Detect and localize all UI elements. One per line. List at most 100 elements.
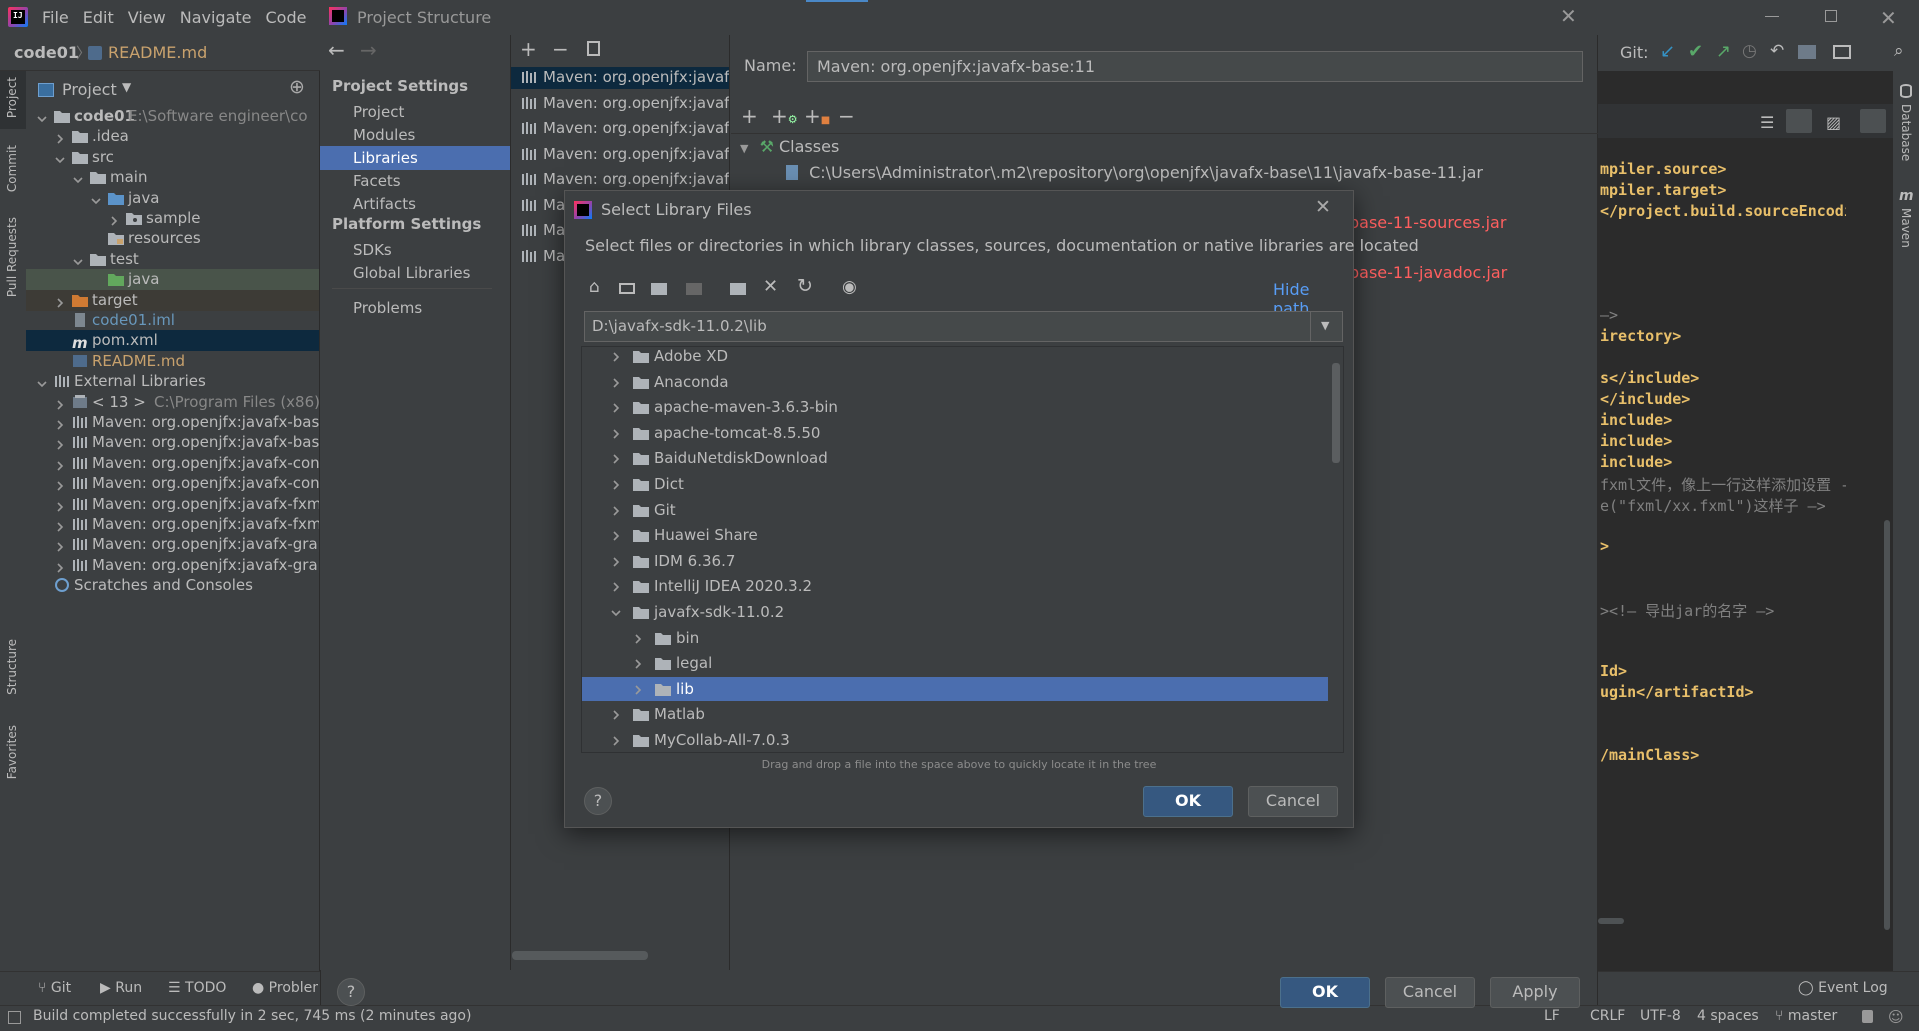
ps-nav-problems[interactable]: Problems [353, 299, 422, 317]
ps-library-item[interactable]: Maven: org.openjfx:javafx-controls:win:1… [511, 142, 729, 166]
ps-cancel-button[interactable]: Cancel [1385, 977, 1475, 1008]
ps-nav-sdks[interactable]: SDKs [320, 238, 510, 262]
project-tree-node[interactable]: main [26, 167, 319, 188]
chevron-right-icon[interactable] [108, 208, 120, 229]
sl-tree-node[interactable]: Anaconda [582, 370, 1328, 394]
lock-icon[interactable] [1862, 1010, 1873, 1023]
chevron-down-icon[interactable] [72, 249, 84, 270]
status-message[interactable]: Build completed successfully in 2 sec, 7… [33, 1008, 471, 1024]
sl-close-icon[interactable]: ✕ [1315, 196, 1331, 218]
chevron-right-icon[interactable] [610, 702, 622, 726]
project-tree-node[interactable]: < 13 > C:\Program Files (x86)\ [26, 392, 319, 413]
status-branch[interactable]: ⑂ master [1775, 1008, 1837, 1024]
menu-file[interactable]: File [42, 8, 69, 27]
locate-icon[interactable]: ⊕ [289, 76, 305, 98]
editor-hscrollbar[interactable] [1598, 918, 1624, 924]
home-icon[interactable]: ⌂ [589, 277, 600, 297]
ps-nav-project[interactable]: Project [320, 100, 510, 124]
bottom-tab-run[interactable]: ▶ Run [100, 980, 142, 996]
remove-root-icon[interactable]: − [838, 104, 855, 128]
chevron-right-icon[interactable] [632, 677, 644, 701]
bottom-tab-problems[interactable]: ● Problems [252, 980, 318, 996]
event-log-tab[interactable]: ◯ Event Log [1798, 980, 1888, 996]
sl-tree-node[interactable]: javafx-sdk-11.0.2 [582, 600, 1328, 624]
module-folder-icon[interactable] [686, 283, 702, 295]
delete-icon[interactable]: ✕ [763, 276, 778, 297]
chevron-right-icon[interactable] [54, 534, 66, 555]
sl-tree-node[interactable]: apache-tomcat-8.5.50 [582, 421, 1328, 445]
ps-copy-library-icon[interactable] [587, 41, 600, 56]
tool-tab-favorites[interactable]: Favorites [0, 719, 26, 791]
project-tree-node[interactable]: m pom.xml [26, 330, 319, 352]
ps-library-item[interactable]: Maven: org.openjfx:javafx-base:win:11 [511, 91, 729, 115]
desktop-icon[interactable] [619, 283, 635, 294]
project-tree-node[interactable]: Maven: org.openjfx:javafx-graphics:11 [26, 534, 319, 555]
ps-remove-library-icon[interactable]: − [552, 37, 569, 61]
ps-close-icon[interactable]: ✕ [1560, 4, 1577, 28]
project-tree-node[interactable]: test [26, 249, 319, 270]
ps-help-button[interactable]: ? [337, 978, 365, 1006]
sl-tree-node[interactable]: Matlab [582, 702, 1328, 726]
sl-tree-node[interactable]: legal [582, 651, 1328, 675]
project-tree-node[interactable]: Maven: org.openjfx:javafx-controls:win:1… [26, 473, 319, 494]
ps-nav-artifacts[interactable]: Artifacts [320, 192, 510, 216]
new-folder-icon[interactable] [730, 283, 746, 295]
menu-edit[interactable]: Edit [83, 8, 114, 27]
tool-tab-project[interactable]: Project [0, 71, 26, 129]
project-tree-node[interactable]: Maven: org.openjfx:javafx-base:win:11 [26, 432, 319, 453]
chevron-down-icon[interactable]: ▼ [1321, 319, 1329, 332]
ps-nav-global-libraries[interactable]: Global Libraries [320, 261, 510, 285]
chevron-down-icon[interactable] [72, 167, 84, 188]
sl-tree-node[interactable]: lib [582, 676, 1328, 701]
class-jar-row[interactable]: C:\Users\Administrator\.m2\repository\or… [786, 163, 1483, 182]
maven-tab[interactable]: m Maven [1893, 188, 1919, 268]
status-line-separator[interactable]: LF [1544, 1008, 1560, 1024]
chevron-right-icon[interactable] [632, 651, 644, 675]
chevron-down-icon[interactable]: ▼ [122, 80, 131, 94]
sl-tree-node[interactable]: Git [582, 498, 1328, 522]
chevron-right-icon[interactable] [610, 728, 622, 752]
ps-library-item[interactable]: Maven: org.openjfx:javafx-base:11 [511, 67, 729, 89]
search-everywhere-icon[interactable]: ⌕ [1894, 41, 1904, 61]
inspector-icon[interactable]: ☺ [1888, 1008, 1904, 1026]
sl-tree-node[interactable]: apache-maven-3.6.3-bin [582, 395, 1328, 419]
chevron-right-icon[interactable] [632, 626, 644, 650]
project-tree-node[interactable]: Maven: org.openjfx:javafx-fxml:11 [26, 494, 319, 515]
chevron-right-icon[interactable] [610, 370, 622, 394]
status-encoding[interactable]: UTF-8 [1640, 1008, 1681, 1024]
chevron-right-icon[interactable] [610, 446, 622, 470]
ps-nav-modules[interactable]: Modules [320, 123, 510, 147]
ps-back-icon[interactable]: ← [328, 38, 345, 62]
chevron-right-icon[interactable] [610, 574, 622, 598]
sl-tree-node[interactable]: Adobe XD [582, 347, 1328, 368]
tool-tab-pull-requests[interactable]: Pull Requests [0, 211, 26, 307]
chevron-right-icon[interactable] [54, 453, 66, 474]
chevron-down-icon[interactable] [90, 188, 102, 209]
project-tree-node[interactable]: Scratches and Consoles [26, 575, 319, 596]
add-root-icon[interactable]: + [741, 104, 758, 128]
status-crlf[interactable]: CRLF [1590, 1008, 1625, 1024]
classes-node[interactable]: ▼ ⚒ Classes [740, 137, 839, 156]
sl-tree-node[interactable]: Dict [582, 472, 1328, 496]
sl-help-button[interactable]: ? [584, 787, 612, 815]
project-tree-node[interactable]: External Libraries [26, 371, 319, 392]
project-panel-title[interactable]: Project [62, 80, 117, 99]
sl-tree-node[interactable]: MyCollab-All-7.0.3 [582, 728, 1328, 752]
sl-cancel-button[interactable]: Cancel [1248, 786, 1338, 817]
project-tree-node[interactable]: src [26, 147, 319, 168]
chevron-right-icon[interactable] [54, 126, 66, 147]
sl-tree-node[interactable]: BaiduNetdiskDownload [582, 446, 1328, 470]
chevron-down-icon[interactable] [36, 371, 48, 392]
chevron-right-icon[interactable] [54, 432, 66, 453]
chevron-right-icon[interactable] [610, 549, 622, 573]
refresh-icon[interactable]: ↻ [797, 275, 813, 297]
sl-path-combobox[interactable]: D:\javafx-sdk-11.0.2\lib ▼ [584, 311, 1343, 342]
ps-ok-button[interactable]: OK [1280, 977, 1370, 1008]
project-tree-node[interactable]: sample [26, 208, 319, 229]
project-tree-node[interactable]: resources [26, 228, 319, 249]
add-jar-icon[interactable]: +■ [804, 104, 830, 128]
chevron-right-icon[interactable] [54, 290, 66, 311]
chevron-right-icon[interactable] [54, 514, 66, 535]
chevron-right-icon[interactable] [610, 395, 622, 419]
tool-tab-structure[interactable]: Structure [0, 633, 26, 705]
